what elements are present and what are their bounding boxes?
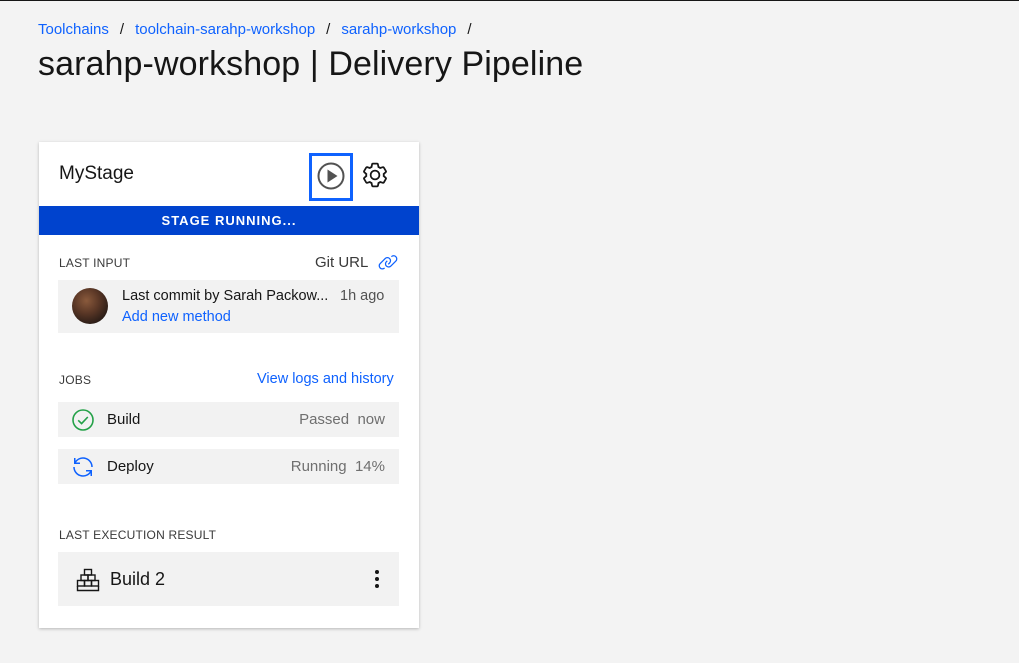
stage-name: MyStage (59, 163, 134, 184)
last-execution-result[interactable]: Build 2 (58, 552, 399, 606)
play-circle-icon (316, 161, 346, 194)
renew-icon (71, 455, 95, 479)
last-input-label: LAST INPUT (59, 256, 131, 270)
job-row-build[interactable]: Build Passed now (58, 402, 399, 437)
git-url-link[interactable]: Git URL (315, 252, 398, 272)
breadcrumb-separator: / (326, 21, 331, 38)
build-label: Build 2 (110, 569, 166, 589)
commit-author: Last commit by Sarah Packow... (122, 288, 329, 304)
avatar (72, 288, 108, 324)
commit-time: 1h ago (340, 288, 385, 304)
breadcrumb-workshop[interactable]: sarahp-workshop (341, 21, 456, 38)
stage-status-bar: STAGE RUNNING... (39, 206, 419, 235)
overflow-menu-icon[interactable] (369, 567, 385, 591)
breadcrumb-toolchains[interactable]: Toolchains (38, 21, 109, 38)
git-url-label: Git URL (315, 253, 369, 271)
job-status-text: Passed (299, 411, 350, 428)
breadcrumb-separator: / (467, 21, 472, 38)
stage-header: MyStage (39, 142, 419, 206)
job-status: Passed now (299, 411, 385, 428)
job-name: Deploy (107, 458, 154, 475)
jobs-label: JOBS (59, 373, 92, 387)
job-status-text: Running (290, 458, 347, 475)
job-name: Build (107, 411, 141, 428)
breadcrumb-separator: / (119, 21, 125, 38)
commit-message-link[interactable]: Add new method (122, 309, 231, 325)
page-title: sarahp-workshop | Delivery Pipeline (38, 45, 584, 83)
breadcrumb: Toolchains / toolchain-sarahp-workshop /… (38, 21, 483, 38)
link-icon (378, 252, 398, 272)
build-blocks-icon (76, 568, 100, 597)
gear-icon (361, 161, 389, 194)
job-row-deploy[interactable]: Deploy Running 14% (58, 449, 399, 484)
job-progress: 14% (354, 458, 385, 475)
last-execution-label: LAST EXECUTION RESULT (59, 528, 217, 542)
stage-card: MyStage STAGE RUNNING... LAST INPUT Git … (39, 142, 419, 628)
run-stage-button[interactable] (309, 153, 353, 201)
view-logs-link[interactable]: View logs and history (257, 371, 394, 387)
stage-settings-button[interactable] (359, 161, 391, 193)
breadcrumb-toolchain[interactable]: toolchain-sarahp-workshop (135, 21, 315, 38)
checkmark-circle-icon (71, 408, 95, 432)
job-status: Running 14% (291, 458, 385, 475)
last-commit: Last commit by Sarah Packow... 1h ago Ad… (58, 280, 399, 333)
job-status-time: now (357, 411, 385, 428)
